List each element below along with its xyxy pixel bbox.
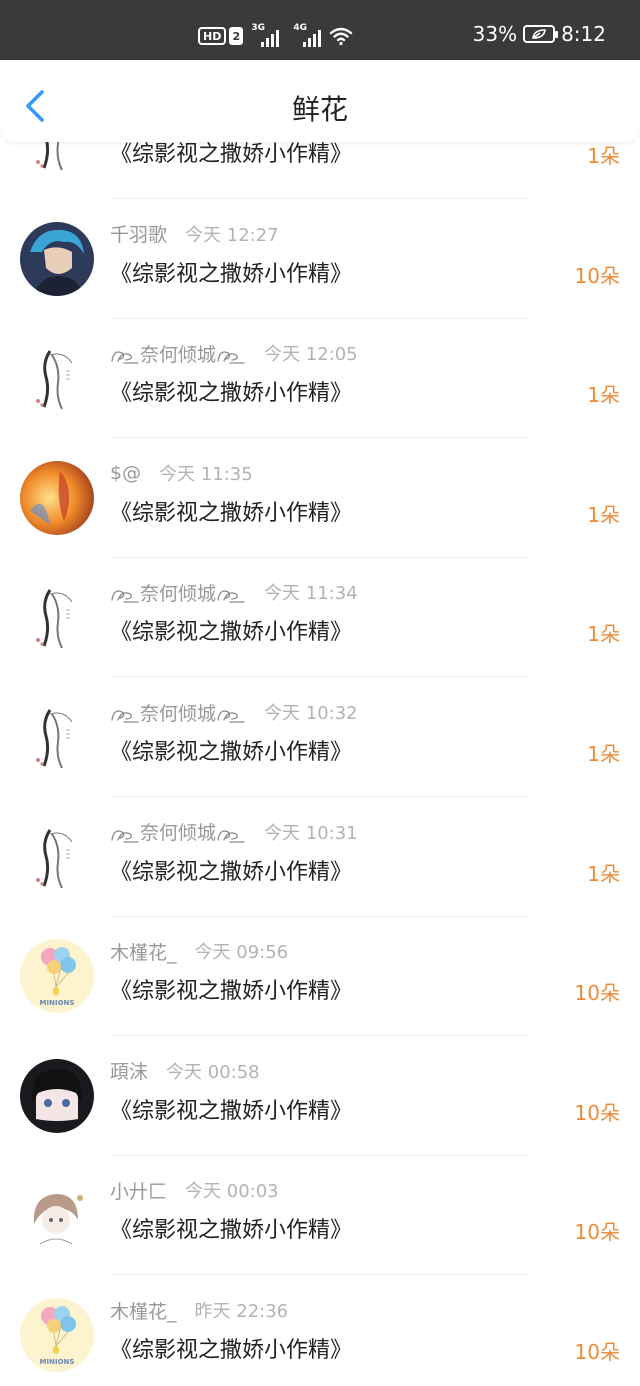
- flower-count: 1朵: [587, 502, 620, 527]
- list-item[interactable]: MINIONS 木槿花_ 今天 09:56 《综影视之撒娇小作精》 10朵: [0, 917, 640, 1037]
- avatar[interactable]: MINIONS: [20, 1298, 94, 1372]
- user-name-decorated[interactable]: 奈何倾城: [110, 818, 246, 845]
- user-name[interactable]: 木槿花_: [110, 938, 177, 965]
- name-line: 木槿花_ 今天 09:56: [110, 937, 288, 965]
- flower-count: 1朵: [587, 144, 620, 168]
- list-item[interactable]: 奈何倾城 今天 11:34 《综影视之撒娇小作精》 1朵: [0, 558, 640, 678]
- book-title[interactable]: 《综影视之撒娇小作精》: [110, 1093, 352, 1125]
- book-title[interactable]: 《综影视之撒娇小作精》: [110, 1212, 352, 1244]
- flower-count: 1朵: [587, 861, 620, 886]
- flower-count: 1朵: [587, 622, 620, 647]
- list-item[interactable]: 頙沫 今天 00:58 《综影视之撒娇小作精》 10朵: [0, 1037, 640, 1156]
- avatar[interactable]: [20, 580, 94, 655]
- name-line: 小廾匚 今天 00:03: [110, 1176, 279, 1204]
- list-item[interactable]: MINIONS 木槿花_ 昨天 22:36 《综影视之撒娇小作精》 10朵: [0, 1276, 640, 1386]
- list-item[interactable]: 奈何倾城 今天 10:31 《综影视之撒娇小作精》 1朵: [0, 798, 640, 917]
- timestamp: 今天 11:34: [264, 583, 358, 605]
- wifi-icon: [330, 27, 353, 46]
- timestamp: 今天 12:05: [264, 344, 358, 366]
- status-bar: HD 2 3G 4G 33% 8:12: [0, 0, 640, 60]
- user-name[interactable]: 小廾匚: [110, 1177, 167, 1204]
- user-name[interactable]: 奈何倾城: [140, 583, 216, 605]
- signal-3g-icon: 3G: [251, 23, 280, 47]
- svg-text:MINIONS: MINIONS: [40, 999, 75, 1007]
- flower-count: 1朵: [587, 383, 620, 408]
- nav-header: 鲜花: [0, 60, 640, 142]
- timestamp: 今天 10:32: [264, 703, 358, 724]
- list-item[interactable]: $@ 今天 11:35 《综影视之撒娇小作精》 1朵: [0, 439, 640, 558]
- battery-percent: 33%: [472, 22, 518, 46]
- avatar[interactable]: MINIONS: [20, 939, 94, 1014]
- name-line: 千羽歌 今天 12:27: [110, 220, 279, 248]
- timestamp: 今天 12:27: [185, 224, 279, 246]
- user-name[interactable]: 奈何倾城: [140, 344, 216, 366]
- page-title: 鲜花: [291, 93, 348, 126]
- svg-text:MINIONS: MINIONS: [40, 1358, 75, 1366]
- list-item[interactable]: 奈何倾城 今天 10:32 《综影视之撒娇小作精》 1朵: [0, 678, 640, 797]
- name-line: 奈何倾城 今天 10:32: [110, 698, 358, 726]
- name-line: 奈何倾城 今天 10:31: [110, 818, 358, 846]
- flower-count: 10朵: [574, 1220, 620, 1245]
- avatar[interactable]: [20, 1178, 94, 1253]
- book-title[interactable]: 《综影视之撒娇小作精》: [110, 256, 352, 288]
- user-name[interactable]: 千羽歌: [110, 220, 167, 247]
- screen: HD 2 3G 4G 33% 8:12 《综影视之撒娇小作精》 1朵 千羽歌 今…: [0, 0, 640, 1386]
- name-line: 頙沫 今天 00:58: [110, 1057, 260, 1085]
- book-title[interactable]: 《综影视之撒娇小作精》: [110, 375, 352, 407]
- flower-count: 10朵: [574, 1340, 620, 1364]
- timestamp: 今天 11:35: [159, 463, 253, 485]
- status-right: 33% 8:12: [473, 22, 606, 46]
- user-name[interactable]: 木槿花_: [110, 1297, 177, 1324]
- list-item[interactable]: 奈何倾城 今天 12:05 《综影视之撒娇小作精》 1朵: [0, 319, 640, 439]
- book-title[interactable]: 《综影视之撒娇小作精》: [110, 973, 352, 1005]
- battery-icon: [523, 25, 559, 43]
- timestamp: 昨天 22:36: [194, 1301, 289, 1322]
- flower-count: 10朵: [574, 263, 620, 288]
- avatar[interactable]: [20, 1058, 94, 1133]
- book-title[interactable]: 《综影视之撒娇小作精》: [110, 1332, 352, 1364]
- timestamp: 今天 00:03: [185, 1181, 279, 1203]
- timestamp: 今天 00:58: [166, 1061, 260, 1083]
- avatar[interactable]: [20, 700, 94, 774]
- status-icons: HD 2 3G 4G: [198, 22, 353, 50]
- book-title[interactable]: 《综影视之撒娇小作精》: [110, 495, 352, 527]
- list-item[interactable]: 千羽歌 今天 12:27 《综影视之撒娇小作精》 10朵: [0, 200, 640, 319]
- sim-badge: 2: [229, 27, 244, 45]
- net-label-4g: 4G: [293, 23, 307, 33]
- flower-count: 1朵: [587, 742, 620, 766]
- user-name[interactable]: 奈何倾城: [140, 822, 216, 844]
- avatar[interactable]: [20, 819, 94, 894]
- book-title[interactable]: 《综影视之撒娇小作精》: [110, 854, 352, 886]
- user-name[interactable]: $@: [110, 462, 141, 484]
- net-label-3g: 3G: [251, 23, 265, 33]
- timestamp: 今天 10:31: [264, 822, 358, 844]
- avatar[interactable]: [20, 341, 94, 416]
- book-title[interactable]: 《综影视之撒娇小作精》: [110, 734, 352, 766]
- user-name-decorated[interactable]: 奈何倾城: [110, 579, 246, 606]
- user-name-decorated[interactable]: 奈何倾城: [110, 699, 246, 726]
- user-name[interactable]: 頙沫: [110, 1057, 148, 1084]
- avatar[interactable]: [20, 221, 94, 296]
- avatar[interactable]: [20, 460, 94, 535]
- flower-count: 10朵: [574, 981, 620, 1006]
- flower-count: 10朵: [574, 1100, 620, 1125]
- signal-4g-icon: 4G: [293, 23, 322, 47]
- name-line: $@ 今天 11:35: [110, 459, 253, 487]
- timestamp: 今天 09:56: [194, 942, 289, 964]
- book-title[interactable]: 《综影视之撒娇小作精》: [110, 614, 352, 646]
- user-name-decorated[interactable]: 奈何倾城: [110, 340, 246, 367]
- name-line: 奈何倾城 今天 11:34: [110, 578, 358, 606]
- name-line: 木槿花_ 昨天 22:36: [110, 1296, 288, 1324]
- clock: 8:12: [561, 22, 606, 46]
- user-name[interactable]: 奈何倾城: [140, 703, 216, 725]
- name-line: 奈何倾城 今天 12:05: [110, 339, 358, 367]
- hd-badge: HD: [198, 27, 227, 45]
- list-item[interactable]: 小廾匚 今天 00:03 《综影视之撒娇小作精》 10朵: [0, 1156, 640, 1276]
